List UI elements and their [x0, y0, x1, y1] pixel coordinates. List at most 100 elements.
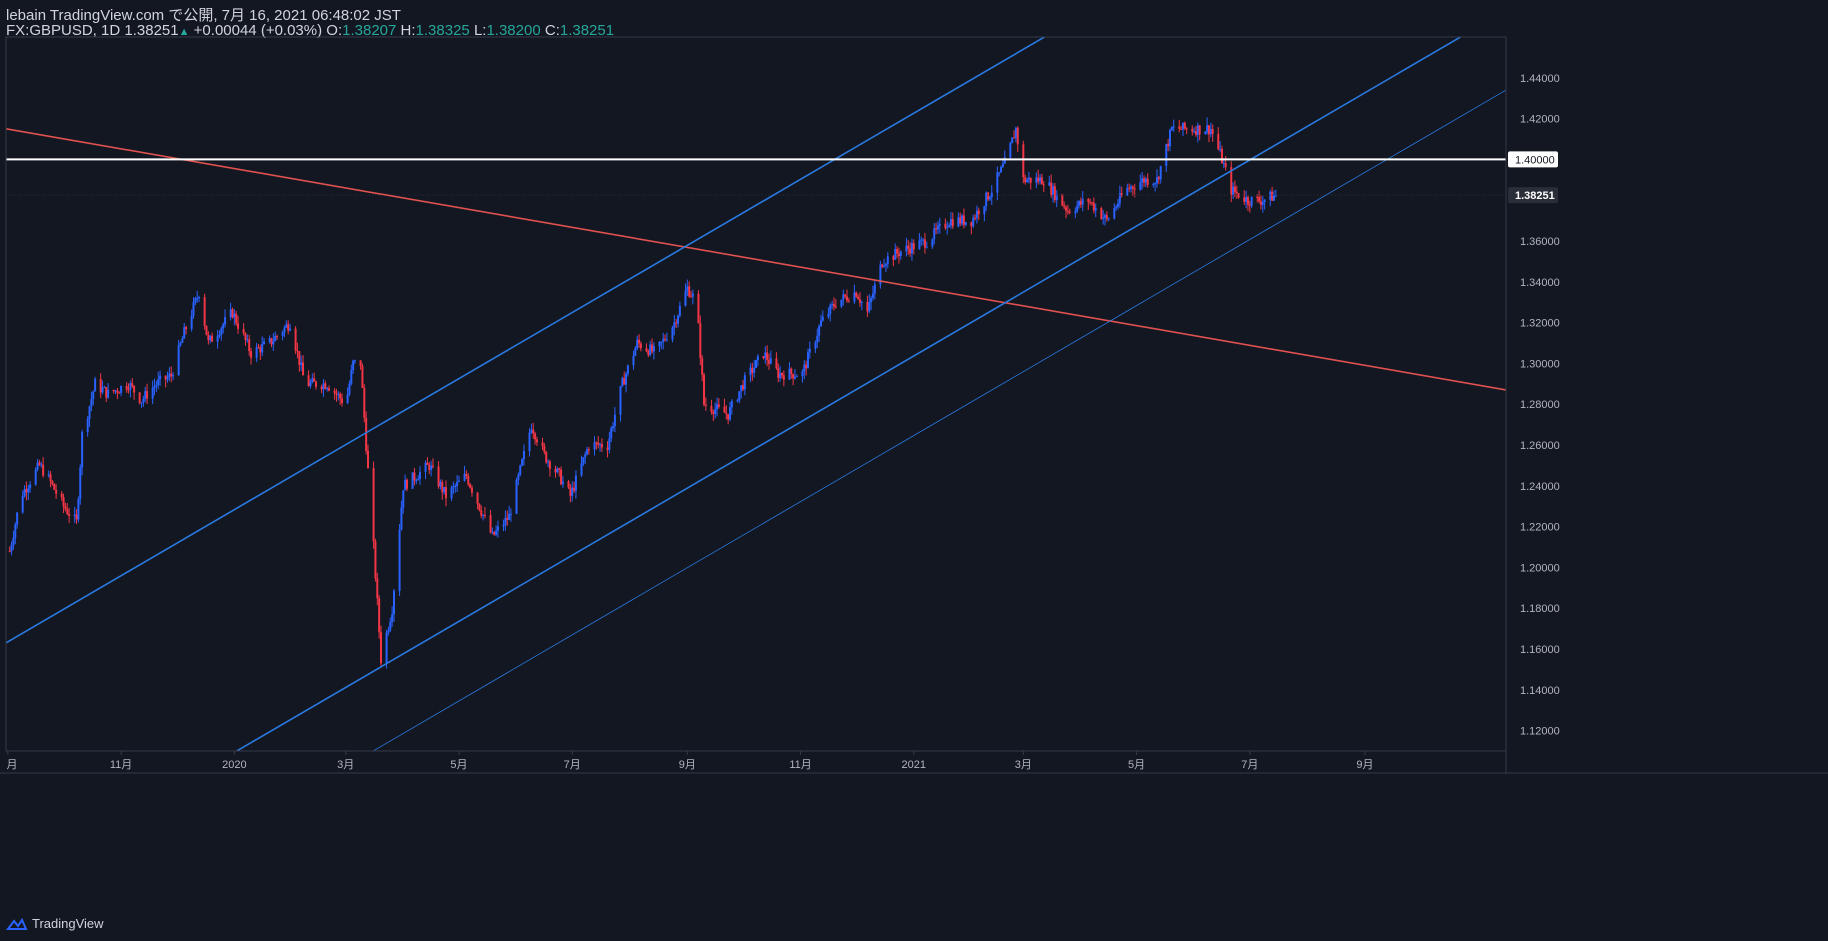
candle-down	[892, 256, 895, 260]
candle-up	[172, 375, 175, 377]
price-tick-label: 1.24000	[1520, 481, 1560, 493]
candle-down	[1131, 186, 1134, 189]
candle-down	[710, 405, 713, 412]
candle-down	[164, 375, 167, 380]
candle-down	[1194, 131, 1197, 135]
candle-up	[1139, 182, 1142, 190]
candle-up	[1154, 183, 1157, 185]
candle-down	[270, 338, 273, 345]
candle-down	[855, 292, 858, 297]
candle-up	[216, 335, 219, 342]
candle-up	[1117, 203, 1120, 207]
candle-down	[127, 389, 130, 391]
candle-down	[1142, 178, 1145, 183]
candles	[6, 117, 1506, 669]
candle-up	[673, 322, 676, 328]
candle-down	[623, 377, 626, 385]
candle-up	[40, 464, 43, 466]
candle-up	[918, 240, 921, 250]
candle-up	[300, 362, 303, 365]
candle-down	[1092, 202, 1095, 211]
candle-up	[400, 507, 403, 530]
price-axis[interactable]: 1.44000 1.42000 1.36000 1.34000 1.32000 1.300…	[1508, 73, 1560, 738]
candle-down	[987, 192, 990, 200]
candle-up	[636, 339, 639, 349]
candle-down	[75, 514, 78, 520]
candle-up	[157, 379, 160, 385]
candle-up	[818, 326, 821, 336]
candle-down	[296, 350, 299, 352]
price-tick-label: 1.22000	[1520, 522, 1560, 534]
candle-down	[597, 442, 600, 445]
candle-down	[1146, 178, 1149, 185]
candle-down	[697, 293, 700, 324]
candle-down	[1211, 129, 1214, 134]
candle-up	[218, 334, 221, 336]
candle-up	[593, 442, 596, 450]
candle-down	[1128, 187, 1131, 189]
candle-down	[307, 375, 310, 387]
candle-down	[881, 264, 884, 267]
candle-down	[257, 347, 260, 349]
candle-up	[1074, 211, 1077, 213]
candle-up	[729, 407, 732, 420]
candle-up	[222, 324, 225, 329]
channel-thin-line	[372, 89, 1506, 751]
candle-down	[834, 306, 837, 308]
candle-up	[155, 384, 158, 387]
candle-up	[961, 215, 964, 224]
candle-down	[543, 445, 546, 452]
candle-down	[112, 389, 115, 392]
candle-up	[1014, 127, 1017, 139]
candle-down	[675, 322, 678, 324]
candle-down	[480, 510, 483, 516]
candle-down	[237, 323, 240, 329]
candle-up	[1076, 205, 1079, 212]
candle-up	[94, 378, 97, 392]
drawings[interactable]	[6, 0, 1506, 941]
candle-down	[587, 449, 590, 451]
candle-up	[285, 324, 288, 328]
candle-up	[948, 225, 951, 228]
candle-down	[845, 296, 848, 301]
candle-down	[437, 466, 440, 487]
candle-down	[766, 352, 769, 361]
candle-down	[534, 433, 537, 440]
candle-up	[496, 526, 499, 531]
candle-down	[365, 417, 368, 451]
candle-up	[385, 632, 388, 664]
candle-down	[1079, 201, 1082, 205]
trendline-line	[6, 128, 1506, 391]
candle-down	[1233, 186, 1236, 192]
time-tick-label: 9月	[1356, 759, 1373, 771]
candle-up	[574, 475, 577, 491]
candle-down	[688, 286, 691, 297]
candle-up	[1052, 186, 1055, 196]
candle-down	[205, 325, 208, 335]
candle-up	[103, 387, 106, 389]
candle-down	[298, 351, 301, 365]
candle-down	[1068, 211, 1071, 213]
candle-up	[871, 293, 874, 298]
candle-down	[1207, 125, 1210, 135]
candle-up	[1107, 218, 1110, 220]
candle-down	[866, 302, 869, 312]
candle-up	[450, 487, 453, 499]
candle-up	[610, 428, 613, 439]
candle-down	[1243, 197, 1246, 202]
candle-down	[1105, 215, 1108, 219]
candle-down	[560, 469, 563, 485]
candle-down	[573, 487, 576, 491]
candle-down	[313, 378, 316, 382]
candle-up	[424, 462, 427, 472]
tradingview-logo[interactable]: TradingView	[6, 916, 104, 931]
candle-up	[738, 391, 741, 401]
price-chart[interactable]: 1.44000 1.42000 1.36000 1.34000 1.32000 1.300…	[0, 0, 1828, 941]
candle-down	[170, 373, 173, 377]
time-tick-label: 9月	[679, 759, 696, 771]
candle-up	[608, 438, 611, 450]
time-axis[interactable]: 月 11月 2020 3月 5月 7月 9月 11月 2021 3月 5月 7月 9月	[7, 751, 1374, 771]
candle-down	[762, 356, 765, 359]
candle-up	[678, 305, 681, 316]
candle-up	[309, 382, 312, 387]
